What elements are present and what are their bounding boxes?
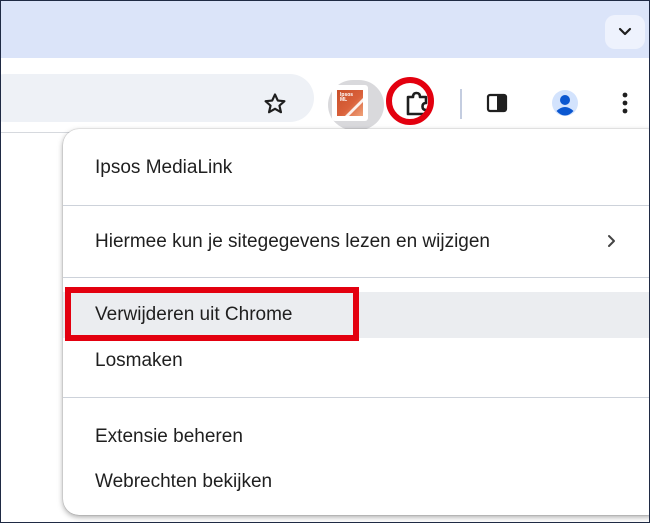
menu-divider: [63, 277, 649, 278]
ipsos-logo-icon: Ipsos ML: [337, 90, 363, 116]
bookmark-star-button[interactable]: [259, 88, 291, 120]
menu-item-label: Webrechten bekijken: [95, 471, 273, 492]
menu-item-label: Losmaken: [95, 350, 183, 371]
menu-item-view-web-permissions[interactable]: Webrechten bekijken: [63, 459, 649, 505]
chrome-menu-button[interactable]: [613, 88, 637, 118]
menu-item-site-access[interactable]: Hiermee kun je sitegegevens lezen en wij…: [63, 219, 649, 265]
toolbar-separator: [460, 89, 462, 119]
menu-item-unpin[interactable]: Losmaken: [63, 338, 649, 384]
browser-window: Ipsos ML Ipsos MediaLink Hiermee kun je …: [0, 0, 650, 523]
highlight-circle-annotation: [386, 77, 434, 125]
chevron-down-icon: [618, 27, 632, 36]
highlight-box-annotation: [65, 287, 359, 341]
more-vert-icon: [622, 92, 628, 114]
menu-item-label: Hiermee kun je sitegegevens lezen en wij…: [95, 231, 491, 252]
ipsos-extension-button[interactable]: Ipsos ML: [332, 85, 368, 121]
tab-search-button[interactable]: [605, 15, 645, 49]
menu-item-label: Extensie beheren: [95, 426, 243, 447]
toolbar: Ipsos ML: [1, 58, 649, 133]
ipsos-logo-text: Ipsos ML: [340, 92, 354, 103]
menu-divider: [63, 205, 649, 206]
side-panel-button[interactable]: [483, 89, 511, 117]
side-panel-icon: [486, 93, 508, 113]
menu-item-manage-extension[interactable]: Extensie beheren: [63, 414, 649, 460]
star-icon: [264, 93, 286, 114]
profile-button[interactable]: [550, 88, 580, 118]
menu-item-extension-name[interactable]: Ipsos MediaLink: [63, 145, 649, 191]
tab-strip: [1, 1, 649, 58]
menu-divider: [63, 397, 649, 398]
profile-icon: [552, 90, 578, 116]
chevron-right-icon: [608, 235, 615, 247]
menu-item-label: Ipsos MediaLink: [95, 157, 233, 178]
